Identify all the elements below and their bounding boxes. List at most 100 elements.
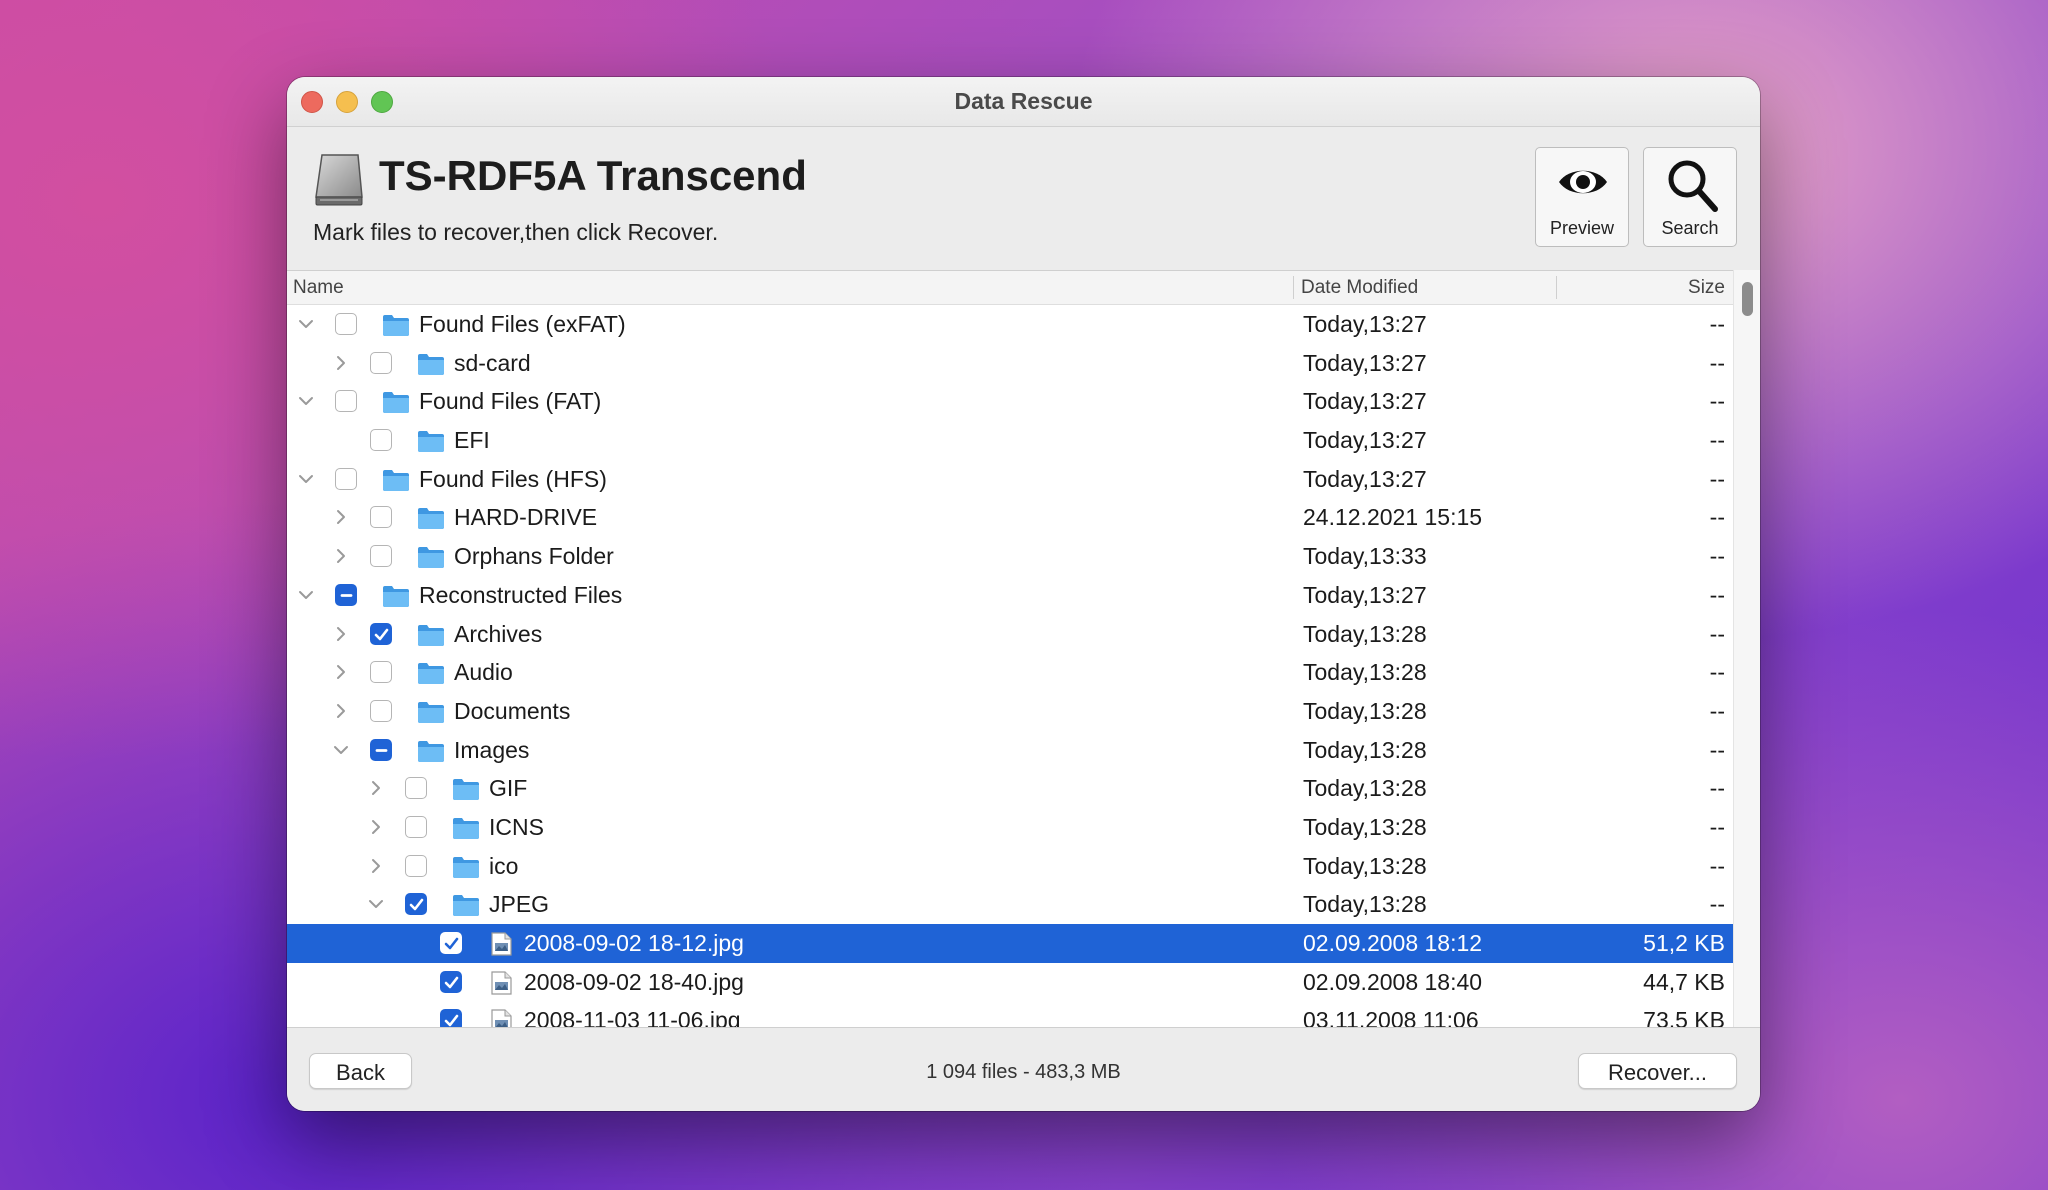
chevron-right-icon[interactable] xyxy=(332,508,350,526)
table-row[interactable]: sd-card Today,13:27 -- xyxy=(287,344,1733,383)
row-checkbox[interactable] xyxy=(370,622,392,645)
row-checkbox[interactable] xyxy=(335,467,357,490)
folder-icon xyxy=(383,469,409,491)
row-name: Orphans Folder xyxy=(454,543,614,570)
row-checkbox[interactable] xyxy=(370,545,392,568)
table-row[interactable]: Found Files (FAT) Today,13:27 -- xyxy=(287,382,1733,421)
column-separator[interactable] xyxy=(1556,276,1557,299)
row-checkbox[interactable] xyxy=(335,390,357,413)
row-checkbox[interactable] xyxy=(405,815,427,838)
row-date: Today,13:27 xyxy=(1303,427,1427,454)
row-size: 44,7 KB xyxy=(1643,968,1725,995)
chevron-right-icon[interactable] xyxy=(367,857,385,875)
row-name: Found Files (FAT) xyxy=(419,388,602,415)
row-name: Found Files (exFAT) xyxy=(419,311,626,337)
folder-icon xyxy=(418,624,444,646)
row-checkbox[interactable] xyxy=(370,699,392,722)
row-size: -- xyxy=(1709,813,1725,840)
chevron-down-icon[interactable] xyxy=(332,741,350,759)
chevron-right-icon[interactable] xyxy=(367,818,385,836)
app-window: Data Rescue TS-RDF5A Transcend Mark file… xyxy=(287,77,1760,1111)
row-date: 02.09.2008 18:12 xyxy=(1303,930,1483,956)
table-row[interactable]: Orphans Folder Today,13:33 -- xyxy=(287,537,1733,576)
row-date: Today,13:28 xyxy=(1303,659,1427,686)
row-checkbox[interactable] xyxy=(440,932,462,954)
table-row[interactable]: 2008-09-02 18-40.jpg 02.09.2008 18:40 44,7… xyxy=(287,963,1733,1002)
row-checkbox[interactable] xyxy=(370,506,392,529)
column-header-date[interactable]: Date Modified xyxy=(1301,277,1418,299)
row-size: -- xyxy=(1709,388,1725,415)
row-size: -- xyxy=(1709,852,1725,879)
eye-icon xyxy=(1559,170,1607,194)
row-checkbox[interactable] xyxy=(405,777,427,800)
row-checkbox[interactable] xyxy=(370,738,392,761)
recover-button[interactable]: Recover... xyxy=(1578,1053,1737,1089)
chevron-right-icon[interactable] xyxy=(332,625,350,643)
row-name: Audio xyxy=(454,659,513,686)
row-checkbox[interactable] xyxy=(335,583,357,606)
row-checkbox[interactable] xyxy=(440,970,462,993)
table-header: Name Date Modified Size xyxy=(287,271,1733,305)
table-row[interactable]: Reconstructed Files Today,13:27 -- xyxy=(287,576,1733,615)
row-name: Found Files (HFS) xyxy=(419,465,607,492)
chevron-right-icon[interactable] xyxy=(332,702,350,720)
search-button[interactable]: Search xyxy=(1643,147,1737,247)
scrollbar-thumb[interactable] xyxy=(1742,282,1753,316)
row-size: -- xyxy=(1709,775,1725,802)
column-header-size[interactable]: Size xyxy=(1688,277,1725,299)
table-row[interactable]: JPEG Today,13:28 -- xyxy=(287,885,1733,924)
table-row[interactable]: Found Files (HFS) Today,13:27 -- xyxy=(287,460,1733,499)
chevron-right-icon[interactable] xyxy=(367,779,385,797)
preview-label: Preview xyxy=(1549,218,1615,238)
row-checkbox[interactable] xyxy=(440,1009,462,1028)
row-date: Today,13:28 xyxy=(1303,813,1427,840)
folder-icon xyxy=(383,585,409,607)
column-separator[interactable] xyxy=(1293,276,1294,299)
row-date: Today,13:28 xyxy=(1303,852,1427,879)
table-row[interactable]: HARD-DRIVE 24.12.2021 15:15 -- xyxy=(287,498,1733,537)
search-label: Search xyxy=(1661,218,1719,238)
row-checkbox[interactable] xyxy=(405,893,427,916)
folder-icon xyxy=(418,431,444,453)
table-row[interactable]: GIF Today,13:28 -- xyxy=(287,769,1733,808)
chevron-down-icon[interactable] xyxy=(297,315,315,333)
row-checkbox[interactable] xyxy=(370,661,392,684)
chevron-down-icon[interactable] xyxy=(297,586,315,604)
row-size: -- xyxy=(1709,891,1725,918)
row-name: ICNS xyxy=(489,813,544,840)
table-row[interactable]: Found Files (exFAT) Today,13:27 -- xyxy=(287,305,1733,344)
table-row[interactable]: Audio Today,13:28 -- xyxy=(287,653,1733,692)
table-row[interactable]: Documents Today,13:28 -- xyxy=(287,692,1733,731)
table-row[interactable]: ICNS Today,13:28 -- xyxy=(287,808,1733,847)
table-row[interactable]: EFI Today,13:27 -- xyxy=(287,421,1733,460)
row-checkbox[interactable] xyxy=(370,351,392,374)
table-row[interactable]: ico Today,13:28 -- xyxy=(287,847,1733,886)
chevron-right-icon[interactable] xyxy=(332,547,350,565)
table-row[interactable]: 2008-09-02 18-12.jpg 02.09.2008 18:12 51,2… xyxy=(287,924,1733,963)
chevron-down-icon[interactable] xyxy=(297,392,315,410)
table-row[interactable]: 2008-11-03 11-06.jpg 03.11.2008 11:06 73,5… xyxy=(287,1001,1733,1028)
chevron-down-icon[interactable] xyxy=(367,895,385,913)
header: TS-RDF5A Transcend Mark files to recover… xyxy=(287,127,1760,270)
chevron-down-icon[interactable] xyxy=(297,470,315,488)
row-checkbox[interactable] xyxy=(405,854,427,877)
folder-icon xyxy=(453,856,479,878)
row-date: 24.12.2021 15:15 xyxy=(1303,504,1483,531)
chevron-right-icon[interactable] xyxy=(332,663,350,681)
table-rows: Found Files (exFAT) Today,13:27 -- sd-card T… xyxy=(287,305,1733,1028)
scrollbar[interactable] xyxy=(1733,270,1760,1027)
folder-icon xyxy=(418,353,444,375)
chevron-right-icon[interactable] xyxy=(332,354,350,372)
folder-icon xyxy=(418,740,444,762)
table-row[interactable]: Images Today,13:28 -- xyxy=(287,731,1733,770)
row-date: 03.11.2008 11:06 xyxy=(1303,1007,1479,1028)
table-row[interactable]: Archives Today,13:28 -- xyxy=(287,615,1733,654)
column-header-name[interactable]: Name xyxy=(293,277,344,299)
row-size: -- xyxy=(1709,427,1725,454)
row-checkbox[interactable] xyxy=(335,313,357,335)
preview-button[interactable]: Preview xyxy=(1535,147,1629,247)
row-size: -- xyxy=(1709,736,1725,763)
row-checkbox[interactable] xyxy=(370,429,392,452)
row-size: -- xyxy=(1709,349,1725,376)
image-file-icon xyxy=(491,932,512,956)
